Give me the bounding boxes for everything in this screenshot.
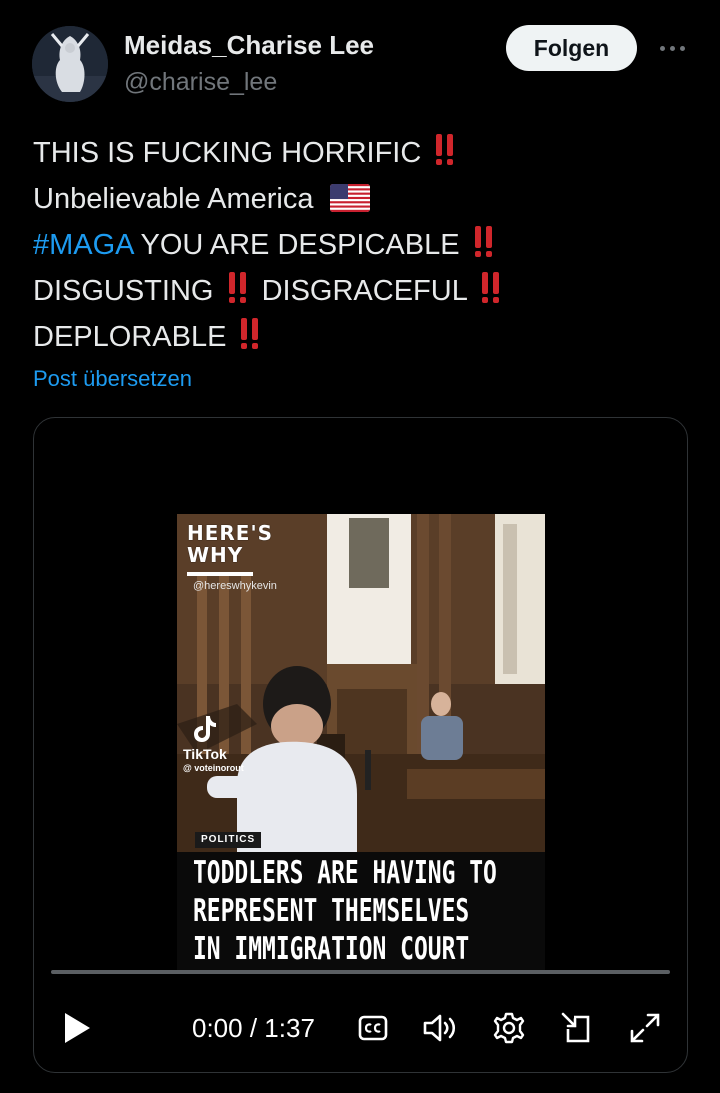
play-button[interactable] [56,998,98,1058]
more-options-icon[interactable] [652,34,692,62]
author-handle[interactable]: @charise_lee [124,68,277,97]
time-current: 0:00 [192,1013,243,1043]
author-avatar[interactable] [32,26,108,102]
double-exclamation-icon [241,318,259,349]
tiktok-username: @ voteinorout [183,763,244,773]
tweet-line-3: #MAGA YOU ARE DESPICABLE [33,222,693,268]
video-time: 0:00 / 1:37 [192,998,315,1058]
picture-in-picture-icon [561,1012,590,1043]
video-player[interactable]: HERE'S WHY @hereswhykevin TikTok @ votei… [33,417,688,1073]
video-frame[interactable]: HERE'S WHY @hereswhykevin TikTok @ votei… [177,514,545,974]
overlay-brand: HERE'S WHY [187,522,273,566]
tweet-line-2: Unbelievable America [33,176,693,222]
author-display-name[interactable]: Meidas_Charise Lee [124,30,374,61]
overlay-brand-line-1: HERE'S [187,521,273,545]
us-flag-icon [329,184,370,212]
tweet-text-segment: DISGRACEFUL [253,275,467,307]
headline-line: TODDLERS ARE HAVING TO [193,855,497,891]
translate-post-link[interactable]: Post übersetzen [33,366,192,392]
overlay-brand-line-2: WHY [187,543,244,567]
double-exclamation-icon [436,134,454,165]
double-exclamation-icon [474,226,492,257]
category-badge: POLITICS [195,832,262,848]
time-total: 1:37 [264,1013,315,1043]
closed-captions-icon [358,1015,388,1041]
tweet-text: THIS IS FUCKING HORRIFIC Unbelievable Am… [33,130,693,360]
fullscreen-button[interactable] [626,998,664,1058]
tweet-line-4: DISGUSTING DISGRACEFUL [33,268,693,314]
settings-button[interactable] [490,998,528,1058]
video-headline: TODDLERS ARE HAVING TO REPRESENT THEMSEL… [193,854,497,968]
tiktok-logo-icon [194,716,216,742]
overlay-handle: @hereswhykevin [193,580,277,592]
time-separator: / [249,1013,265,1043]
overlay-brand-bar [187,572,253,576]
tweet-text-segment: DISGUSTING [33,275,214,307]
video-controls: 0:00 / 1:37 [34,998,687,1058]
video-progress-bar[interactable] [51,970,670,974]
gear-icon [493,1012,525,1044]
tweet-header: Meidas_Charise Lee @charise_lee Folgen [0,0,720,110]
tiktok-label: TikTok [183,746,227,762]
headline-line: REPRESENT THEMSELVES [193,893,470,929]
hashtag-link[interactable]: #MAGA [33,229,133,261]
double-exclamation-icon [228,272,246,303]
picture-in-picture-button[interactable] [558,998,596,1058]
tweet-text-segment: YOU ARE DESPICABLE [132,229,460,261]
headline-line: IN IMMIGRATION COURT [193,931,470,967]
play-icon [65,1013,90,1043]
tweet-text-segment: Unbelievable America [33,183,314,215]
tweet-line-1: THIS IS FUCKING HORRIFIC [33,130,693,176]
avatar-photo-icon [32,26,108,102]
tweet-line-5: DEPLORABLE [33,314,693,360]
captions-button[interactable] [356,998,390,1058]
follow-button[interactable]: Folgen [506,25,637,71]
fullscreen-icon [630,1013,660,1043]
volume-button[interactable] [420,998,460,1058]
tweet-text-segment: THIS IS FUCKING HORRIFIC [33,137,422,169]
double-exclamation-icon [481,272,499,303]
volume-icon [423,1014,456,1042]
tweet-text-segment: DEPLORABLE [33,321,227,353]
